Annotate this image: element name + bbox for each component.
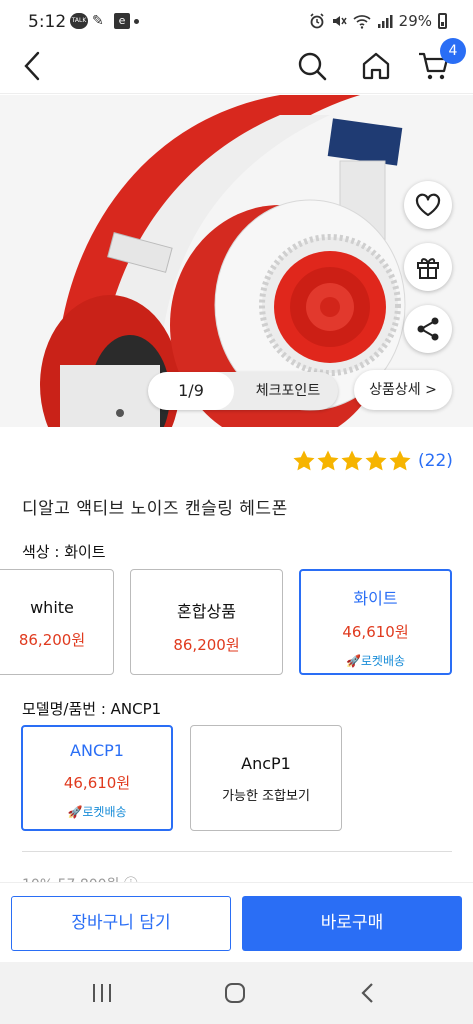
- wifi-icon: [353, 15, 371, 29]
- status-bar: 5:12 TALK ✎ e 29%: [0, 0, 473, 44]
- search-icon: [298, 52, 327, 81]
- model-choice-ancp1-selected[interactable]: ANCP1 46,610원 🚀로켓배송: [21, 725, 173, 831]
- choice-name: 혼합상품: [177, 602, 236, 621]
- battery-percent: 29%: [398, 12, 432, 30]
- choice-price: 86,200원: [173, 636, 240, 654]
- bottom-action-bar: 장바구니 담기 바로구매: [0, 882, 473, 962]
- recent-apps-button[interactable]: [72, 962, 132, 1024]
- system-icons: 29%: [309, 12, 447, 30]
- heart-icon: [415, 193, 441, 217]
- buy-now-button[interactable]: 바로구매: [242, 896, 462, 951]
- wishlist-button[interactable]: [404, 181, 452, 229]
- star-icon: [317, 450, 339, 471]
- product-detail-button[interactable]: 상품상세 >: [354, 370, 452, 410]
- recent-apps-icon: [93, 984, 111, 1002]
- talk-notification-icon: TALK: [70, 13, 88, 29]
- alarm-icon: [310, 13, 324, 29]
- top-app-bar: 4: [0, 38, 473, 94]
- back-chevron-icon: [361, 983, 373, 1003]
- signal-icon: [377, 15, 393, 28]
- gift-button[interactable]: [404, 243, 452, 291]
- pen-notification-icon: ✎: [92, 13, 104, 29]
- e-notification-icon: e: [114, 13, 130, 29]
- view-combinations-text: 가능한 조합보기: [222, 789, 310, 804]
- home-nav-button[interactable]: [205, 962, 265, 1024]
- chevron-left-icon: [24, 51, 40, 81]
- mute-icon: [332, 16, 347, 26]
- color-choice-mixed[interactable]: 혼합상품 86,200원: [130, 569, 283, 675]
- rating-row[interactable]: (22): [292, 449, 453, 473]
- share-button[interactable]: [404, 305, 452, 353]
- product-title: 디알고 액티브 노이즈 캔슬링 헤드폰: [22, 499, 288, 519]
- back-button[interactable]: [10, 44, 54, 88]
- image-page-count: 1/9: [148, 372, 234, 410]
- star-icon: [341, 450, 363, 471]
- search-button[interactable]: [290, 44, 334, 88]
- choice-name: white: [30, 598, 74, 617]
- share-icon: [417, 317, 439, 341]
- model-choice-ancp1-alt[interactable]: AncP1 가능한 조합보기: [190, 725, 342, 831]
- gift-icon: [417, 258, 439, 279]
- section-divider: [22, 851, 452, 852]
- model-option-label: 모델명/품번 : ANCP1: [22, 700, 162, 718]
- notification-icons: TALK ✎ e: [70, 13, 139, 29]
- review-count-link[interactable]: (22): [418, 451, 453, 471]
- star-icon: [389, 450, 411, 471]
- choice-name: AncP1: [241, 754, 291, 773]
- color-choice-hwaite-selected[interactable]: 화이트 46,610원 🚀로켓배송: [299, 569, 452, 675]
- image-pager[interactable]: 1/9 체크포인트: [148, 372, 338, 410]
- cart-count-badge: 4: [440, 38, 466, 64]
- color-choice-white[interactable]: white 86,200원: [0, 569, 114, 675]
- star-icon: [365, 450, 387, 471]
- choice-name: 화이트: [353, 589, 398, 608]
- status-time: 5:12: [28, 12, 67, 32]
- choice-name: ANCP1: [70, 741, 124, 760]
- star-icon: [293, 450, 315, 471]
- home-circle-icon: [225, 983, 245, 1003]
- home-icon: [362, 52, 390, 80]
- home-button[interactable]: [354, 44, 398, 88]
- color-option-label: 색상 : 화이트: [22, 543, 106, 561]
- choice-price: 46,610원: [63, 774, 131, 792]
- battery-icon: [438, 13, 447, 29]
- rocket-delivery-badge: 🚀로켓배송: [345, 654, 406, 668]
- add-to-cart-button[interactable]: 장바구니 담기: [11, 896, 231, 951]
- rocket-delivery-badge: 🚀로켓배송: [67, 805, 127, 819]
- choice-price: 86,200원: [18, 631, 86, 649]
- more-notifications-dot-icon: [134, 18, 139, 24]
- choice-price: 46,610원: [342, 623, 409, 641]
- system-navigation-bar: [0, 962, 473, 1024]
- checkpoint-button[interactable]: 체크포인트: [238, 372, 338, 410]
- back-nav-button[interactable]: [338, 962, 398, 1024]
